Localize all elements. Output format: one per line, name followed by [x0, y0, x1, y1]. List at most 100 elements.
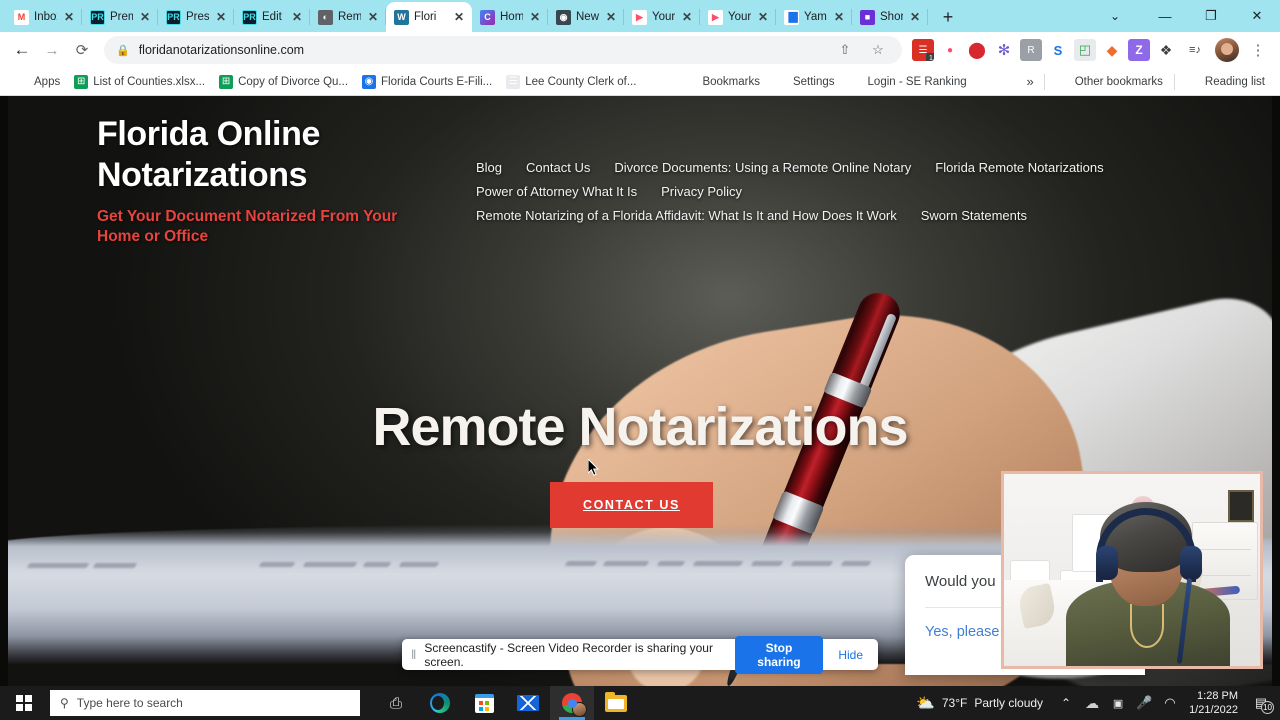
address-bar[interactable]: 🔒 floridanotarizationsonline.com ⇧ ☆: [104, 36, 902, 64]
file-explorer-icon[interactable]: [594, 686, 638, 720]
globe-icon: ◉: [362, 74, 377, 89]
readwise-extension-icon[interactable]: ☰ 1: [912, 39, 934, 61]
prezi-icon: PR: [166, 9, 181, 25]
browser-tab[interactable]: PR Prem ✕: [82, 2, 158, 32]
tab-close-icon[interactable]: ✕: [452, 10, 466, 24]
browser-tab[interactable]: ■ Shor ✕: [852, 2, 928, 32]
browser-tab[interactable]: ▶ Your ✕: [624, 2, 700, 32]
tab-close-icon[interactable]: ✕: [832, 10, 846, 24]
microsoft-store-icon[interactable]: [462, 686, 506, 720]
contact-us-button[interactable]: CONTACT US: [550, 482, 713, 528]
puzzle-extension-icon[interactable]: ❖: [1155, 39, 1177, 61]
nav-link-privacy-policy[interactable]: Privacy Policy: [661, 180, 742, 204]
action-center-button[interactable]: ▤ 10: [1246, 686, 1276, 720]
share-icon[interactable]: ⇧: [833, 38, 857, 62]
browser-tab[interactable]: PR Edit ✕: [234, 2, 310, 32]
bookmark-star-icon[interactable]: ☆: [866, 38, 890, 62]
picture-frame: [1228, 490, 1254, 522]
new-tab-button[interactable]: +: [934, 3, 962, 31]
photos-extension-icon[interactable]: ◰: [1074, 39, 1096, 61]
bookmark-item[interactable]: ★ Bookmarks: [676, 72, 767, 92]
tab-close-icon[interactable]: ✕: [680, 10, 694, 24]
taskbar-search-input[interactable]: ⚲ Type here to search: [50, 690, 360, 716]
nav-link-florida-remote-notarizations[interactable]: Florida Remote Notarizations: [935, 156, 1103, 180]
minimize-button[interactable]: —: [1142, 0, 1188, 32]
tab-close-icon[interactable]: ✕: [62, 10, 76, 24]
bookmarks-bar-right: » ▮ Other bookmarks ⊟ Reading list: [1020, 71, 1272, 92]
browser-tab[interactable]: ◉ New ✕: [548, 2, 624, 32]
bookmarks-overflow-icon[interactable]: »: [1020, 71, 1039, 92]
tab-search-icon[interactable]: ⌄: [1088, 0, 1142, 32]
bookmark-item[interactable]: ▘█ Login - SE Ranking: [842, 72, 974, 92]
browser-tab[interactable]: ▶ Your ✕: [700, 2, 776, 32]
bookmark-item[interactable]: ⊞ List of Counties.xlsx...: [67, 72, 212, 92]
other-bookmarks-folder[interactable]: ▮ Other bookmarks: [1049, 72, 1170, 92]
bookmark-item[interactable]: ◉ Florida Courts E-Fili...: [355, 72, 499, 92]
microphone-icon[interactable]: 🎤: [1131, 686, 1157, 720]
show-hidden-icons-chevron[interactable]: ⌃: [1053, 686, 1079, 720]
bookmark-label: List of Counties.xlsx...: [93, 75, 206, 88]
site-title: Florida Online Notarizations: [97, 115, 320, 194]
profile-avatar[interactable]: [1215, 38, 1239, 62]
opera-extension-icon[interactable]: ⬤: [966, 39, 988, 61]
browser-tab[interactable]: ◐ Rem ✕: [310, 2, 386, 32]
nav-link-divorce-documents[interactable]: Divorce Documents: Using a Remote Online…: [614, 156, 911, 180]
tab-close-icon[interactable]: ✕: [528, 10, 542, 24]
chrome-menu-icon[interactable]: ⋮: [1244, 36, 1272, 64]
bookmark-item[interactable]: ☰ Lee County Clerk of...: [499, 72, 643, 92]
hide-sharebar-button[interactable]: Hide: [832, 648, 869, 662]
forward-icon[interactable]: →: [38, 36, 66, 64]
maximize-button[interactable]: ❐: [1188, 0, 1234, 32]
network-wifi-icon[interactable]: ◠: [1157, 686, 1183, 720]
tab-close-icon[interactable]: ✕: [214, 10, 228, 24]
bookmark-apps[interactable]: ▦ Apps: [8, 72, 67, 92]
bookmark-item[interactable]: ⊞ Copy of Divorce Qu...: [212, 72, 355, 92]
grammarly-extension-icon[interactable]: ✻: [993, 39, 1015, 61]
loom-extension-icon[interactable]: ●: [939, 39, 961, 61]
dark-globe-icon: ◉: [556, 9, 571, 25]
start-button[interactable]: [0, 686, 48, 720]
nav-row: Power of Attorney What It Is Privacy Pol…: [476, 180, 1196, 204]
reading-list-button[interactable]: ⊟ Reading list: [1179, 72, 1272, 92]
camera-icon[interactable]: ▣: [1105, 686, 1131, 720]
task-view-icon[interactable]: ⎙: [374, 686, 418, 720]
bookmark-google-photos[interactable]: ✸: [643, 72, 676, 92]
browser-tab[interactable]: PR Press ✕: [158, 2, 234, 32]
browser-window: M Inbox ✕ PR Prem ✕ PR Press ✕ PR Edit ✕…: [0, 0, 1280, 686]
tab-close-icon[interactable]: ✕: [366, 10, 380, 24]
tab-close-icon[interactable]: ✕: [908, 10, 922, 24]
stop-sharing-button[interactable]: Stop sharing: [734, 635, 824, 674]
edge-icon[interactable]: [418, 686, 462, 720]
browser-tab[interactable]: M Inbox ✕: [6, 2, 82, 32]
lock-icon: 🔒: [116, 44, 130, 57]
tab-close-icon[interactable]: ✕: [604, 10, 618, 24]
sharethis-extension-icon[interactable]: S: [1047, 39, 1069, 61]
browser-tab[interactable]: ▐█ Yami ✕: [776, 2, 852, 32]
chrome-icon[interactable]: [550, 686, 594, 720]
lastpass-extension-icon[interactable]: ◆: [1101, 39, 1123, 61]
rakuten-extension-icon[interactable]: R: [1020, 39, 1042, 61]
reload-icon[interactable]: ⟳: [68, 36, 96, 64]
drag-handle-icon[interactable]: ‖: [411, 647, 416, 662]
tab-label: Flori: [414, 11, 437, 23]
tab-close-icon[interactable]: ✕: [756, 10, 770, 24]
close-window-button[interactable]: ✕: [1234, 0, 1280, 32]
zoom-extension-icon[interactable]: Z: [1128, 39, 1150, 61]
browser-tab-active[interactable]: W Flori ✕: [386, 2, 472, 32]
nav-link-contact-us[interactable]: Contact Us: [526, 156, 590, 180]
browser-tab[interactable]: C Hom ✕: [472, 2, 548, 32]
weather-widget[interactable]: ⛅ 73°F Partly cloudy: [906, 694, 1053, 712]
webcam-overlay[interactable]: [1001, 471, 1263, 669]
nav-link-remote-notarizing-affidavit[interactable]: Remote Notarizing of a Florida Affidavit…: [476, 204, 897, 228]
nav-link-sworn-statements[interactable]: Sworn Statements: [921, 204, 1027, 228]
back-icon[interactable]: ←: [8, 36, 36, 64]
clock[interactable]: 1:28 PM 1/21/2022: [1183, 689, 1246, 717]
mail-icon[interactable]: [506, 686, 550, 720]
nav-link-power-of-attorney[interactable]: Power of Attorney What It Is: [476, 180, 637, 204]
playlist-extension-icon[interactable]: ≡♪: [1182, 39, 1208, 61]
onedrive-cloud-icon[interactable]: ☁: [1079, 686, 1105, 720]
tab-close-icon[interactable]: ✕: [290, 10, 304, 24]
tab-close-icon[interactable]: ✕: [138, 10, 152, 24]
bookmark-item[interactable]: ⚙ Settings: [767, 72, 842, 92]
nav-link-blog[interactable]: Blog: [476, 156, 502, 180]
